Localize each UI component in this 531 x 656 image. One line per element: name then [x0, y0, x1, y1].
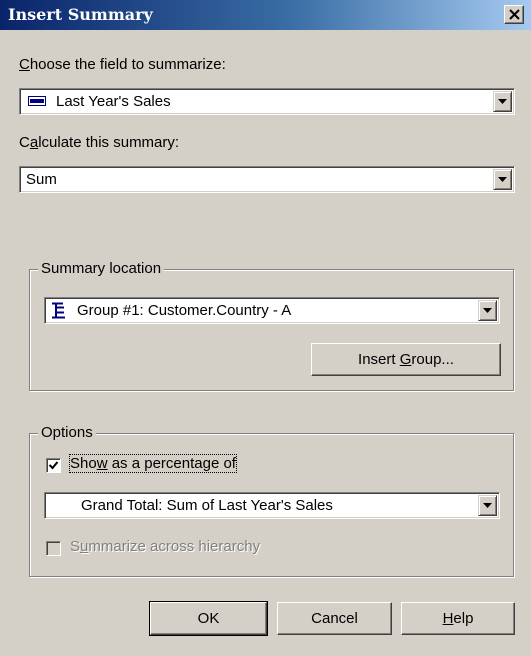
location-select[interactable]: Group #1: Customer.Country - A	[44, 297, 500, 324]
location-value: Group #1: Customer.Country - A	[77, 302, 292, 319]
chevron-down-icon	[483, 308, 492, 313]
summary-location-title: Summary location	[38, 260, 165, 277]
database-field-icon	[28, 96, 46, 106]
close-button[interactable]	[504, 5, 524, 24]
options-title: Options	[38, 424, 96, 441]
calc-value: Sum	[26, 171, 57, 188]
percentage-of-value: Grand Total: Sum of Last Year's Sales	[81, 497, 333, 514]
dialog-title: Insert Summary	[8, 5, 153, 24]
title-bar[interactable]: Insert Summary	[0, 0, 531, 30]
field-dropdown-button[interactable]	[493, 91, 512, 112]
calc-select[interactable]: Sum	[19, 166, 515, 193]
group-tree-icon	[52, 302, 65, 319]
summarize-hierarchy-label: Summarize across hierarchy	[70, 538, 261, 555]
percentage-dropdown-button[interactable]	[478, 495, 497, 516]
show-percentage-checkbox[interactable]	[46, 458, 61, 473]
cancel-button[interactable]: Cancel	[277, 602, 392, 635]
location-dropdown-button[interactable]	[478, 300, 497, 321]
calc-dropdown-button[interactable]	[493, 169, 512, 190]
chevron-down-icon	[498, 99, 507, 104]
insert-group-button[interactable]: Insert Group...	[311, 343, 501, 376]
checkmark-icon	[48, 461, 59, 470]
calc-label: Calculate this summary:	[19, 134, 180, 151]
ok-button[interactable]: OK	[149, 601, 268, 636]
chevron-down-icon	[498, 177, 507, 182]
chevron-down-icon	[483, 503, 492, 508]
close-icon	[509, 9, 520, 20]
summarize-hierarchy-checkbox	[46, 541, 61, 556]
help-button[interactable]: Help	[401, 602, 515, 635]
field-label: Choose the field to summarize:	[19, 56, 226, 73]
insert-summary-dialog: Insert Summary Choose the field to summa…	[0, 0, 531, 656]
field-value: Last Year's Sales	[56, 93, 171, 110]
show-percentage-label[interactable]: Show as a percentage of	[69, 454, 237, 473]
field-select[interactable]: Last Year's Sales	[19, 88, 515, 115]
percentage-of-select[interactable]: Grand Total: Sum of Last Year's Sales	[44, 492, 500, 519]
